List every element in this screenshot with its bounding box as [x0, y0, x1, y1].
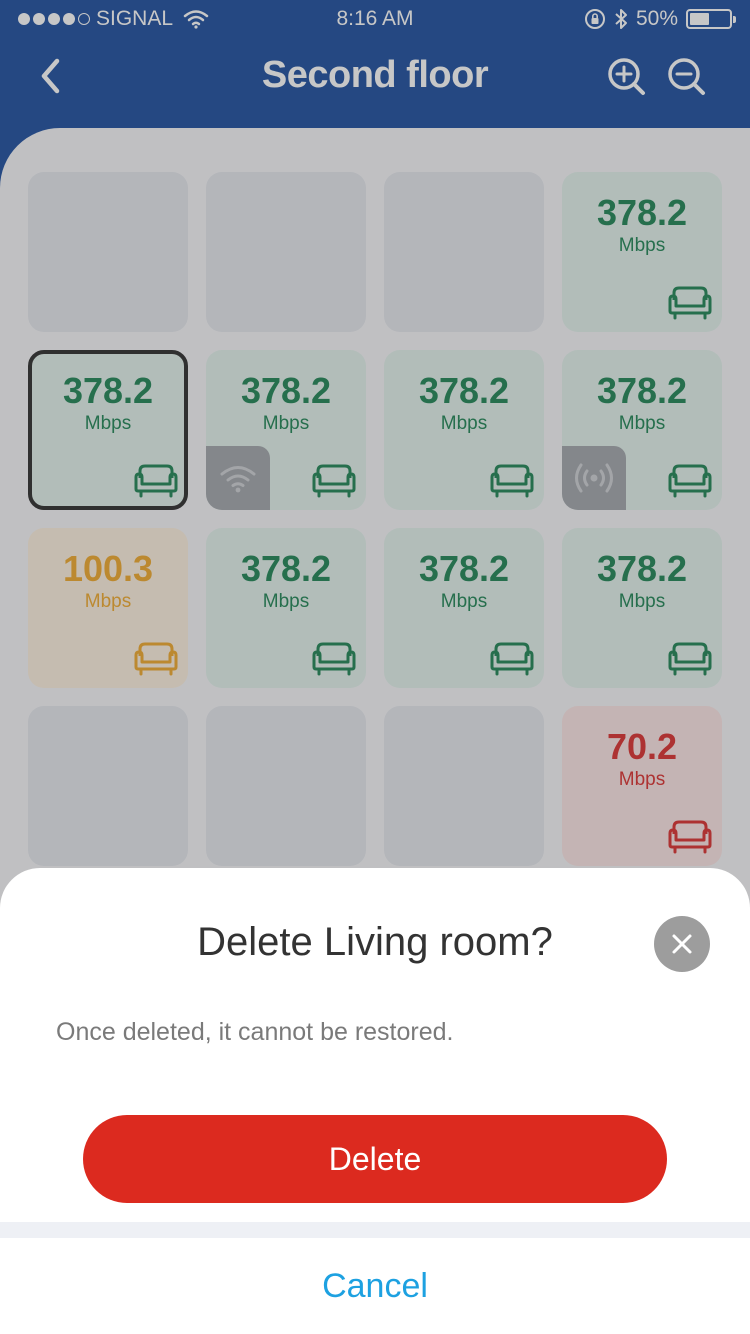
divider [0, 1222, 750, 1238]
dialog-title: Delete Living room? [197, 920, 553, 964]
close-icon [672, 934, 692, 954]
close-button[interactable] [654, 916, 710, 972]
delete-dialog: Delete Living room? Once deleted, it can… [0, 868, 750, 1334]
delete-button[interactable]: Delete [83, 1115, 667, 1203]
dialog-message: Once deleted, it cannot be restored. [56, 1018, 454, 1046]
cancel-button[interactable]: Cancel [0, 1238, 750, 1334]
